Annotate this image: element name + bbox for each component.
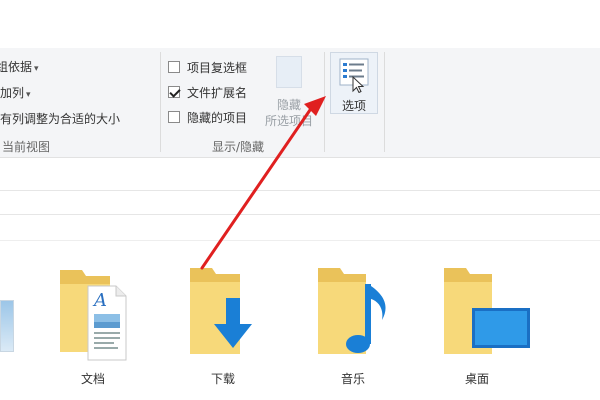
chevron-down-icon: ▾ — [34, 64, 39, 74]
svg-text:A: A — [92, 290, 107, 311]
content-top-border — [0, 240, 600, 241]
hidden-items-toggle[interactable]: 隐藏的项目 — [168, 108, 247, 126]
folder-name: 文档 — [80, 372, 105, 386]
documents-folder-icon: A — [60, 270, 127, 361]
checkbox-label: 项目复选框 — [187, 60, 248, 75]
folder-item[interactable]: 音乐 — [308, 262, 398, 392]
pictures-thumbnail-partial[interactable] — [0, 300, 14, 352]
address-bar-border — [0, 214, 600, 215]
item-checkboxes-toggle[interactable]: 项目复选框 — [168, 58, 247, 76]
folder-name: 桌面 — [464, 372, 489, 386]
options-button[interactable]: 选项 — [330, 52, 378, 114]
folder-item[interactable]: A 文档 — [48, 262, 138, 392]
group-by-label: 组依据 — [0, 60, 33, 74]
checkbox[interactable] — [168, 61, 180, 73]
show-hide-group-label: 显示/隐藏 — [212, 140, 265, 154]
desktop-folder-icon — [444, 268, 530, 354]
checkbox-label: 文件扩展名 — [187, 85, 248, 100]
add-column-label: 添加列 — [0, 86, 25, 100]
fit-columns-button[interactable]: 所有列调整为合适的大小 — [0, 110, 120, 127]
add-column-button[interactable]: 添加列▾ — [0, 84, 31, 101]
group-by-button[interactable]: 组依据 ▾ — [0, 58, 39, 75]
hide-selected-line2: 所选项目 — [264, 114, 313, 128]
group-divider — [384, 52, 385, 152]
folder-item[interactable]: 桌面 — [432, 262, 530, 392]
chevron-down-icon: ▾ — [26, 90, 31, 100]
file-extensions-toggle[interactable]: 文件扩展名 — [168, 83, 247, 101]
group-divider — [324, 52, 325, 152]
fit-columns-label: 所有列调整为合适的大小 — [0, 112, 121, 126]
current-view-group-label: 当前视图 — [2, 140, 51, 154]
music-folder-icon — [318, 268, 386, 354]
checkbox-label: 隐藏的项目 — [187, 110, 248, 125]
hide-selected-button[interactable]: 隐藏 所选项目 — [262, 52, 316, 132]
hide-selected-line1: 隐藏 — [276, 98, 301, 112]
checkbox-checked[interactable] — [168, 86, 180, 98]
downloads-folder-icon — [190, 268, 252, 354]
folder-name: 下载 — [210, 372, 235, 386]
ribbon: 组依据▾ 添加列▾ 所有列调整为合适的大小 当前视图 项目复选框 文件扩展名 隐… — [0, 0, 600, 158]
ribbon-top-area — [0, 0, 600, 48]
folder-name: 音乐 — [340, 372, 365, 386]
address-bar-border — [0, 190, 600, 191]
group-divider — [160, 52, 161, 152]
hide-document-icon — [276, 56, 302, 88]
checkbox[interactable] — [168, 111, 180, 123]
options-label: 选项 — [341, 99, 366, 113]
options-icon — [339, 58, 369, 94]
folder-item[interactable]: 下载 — [178, 262, 268, 392]
